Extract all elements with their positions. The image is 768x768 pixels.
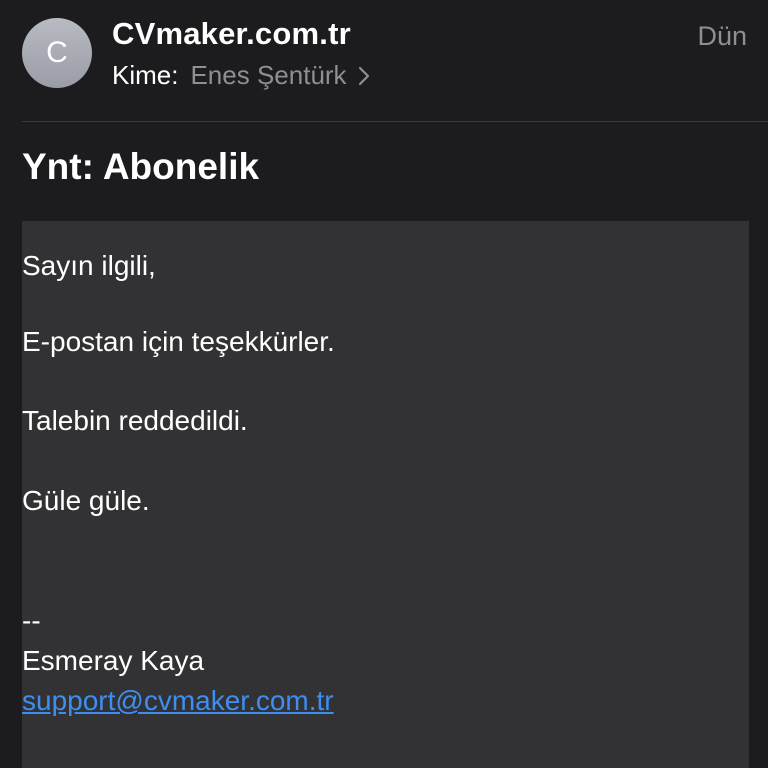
recipient-name[interactable]: Enes Şentürk (190, 60, 346, 91)
body-line: E-postan için teşekkürler. (22, 326, 335, 357)
message-header: C CVmaker.com.tr Dün Kime: Enes Şentürk (0, 0, 768, 121)
avatar-initial: C (46, 36, 68, 69)
mail-message-view: C CVmaker.com.tr Dün Kime: Enes Şentürk … (0, 0, 768, 768)
signature-separator: -- (22, 605, 41, 636)
body-greeting: Sayın ilgili, (22, 250, 156, 281)
body-line: Talebin reddedildi. (22, 405, 248, 436)
signature-name: Esmeray Kaya (22, 645, 205, 676)
header-divider (22, 121, 768, 122)
message-subject: Ynt: Abonelik (22, 146, 260, 187)
to-label: Kime: (112, 60, 179, 90)
message-body: Sayın ilgili, E-postan için teşekkürler.… (22, 221, 749, 768)
recipient-row[interactable]: Kime: Enes Şentürk (112, 60, 371, 91)
message-date: Dün (697, 21, 747, 51)
sender-name[interactable]: CVmaker.com.tr (112, 16, 351, 52)
body-line: Güle güle. (22, 485, 150, 516)
sender-avatar[interactable]: C (22, 18, 92, 88)
signature-email-link[interactable]: support@cvmaker.com.tr (22, 685, 334, 717)
chevron-right-icon[interactable] (357, 65, 371, 87)
